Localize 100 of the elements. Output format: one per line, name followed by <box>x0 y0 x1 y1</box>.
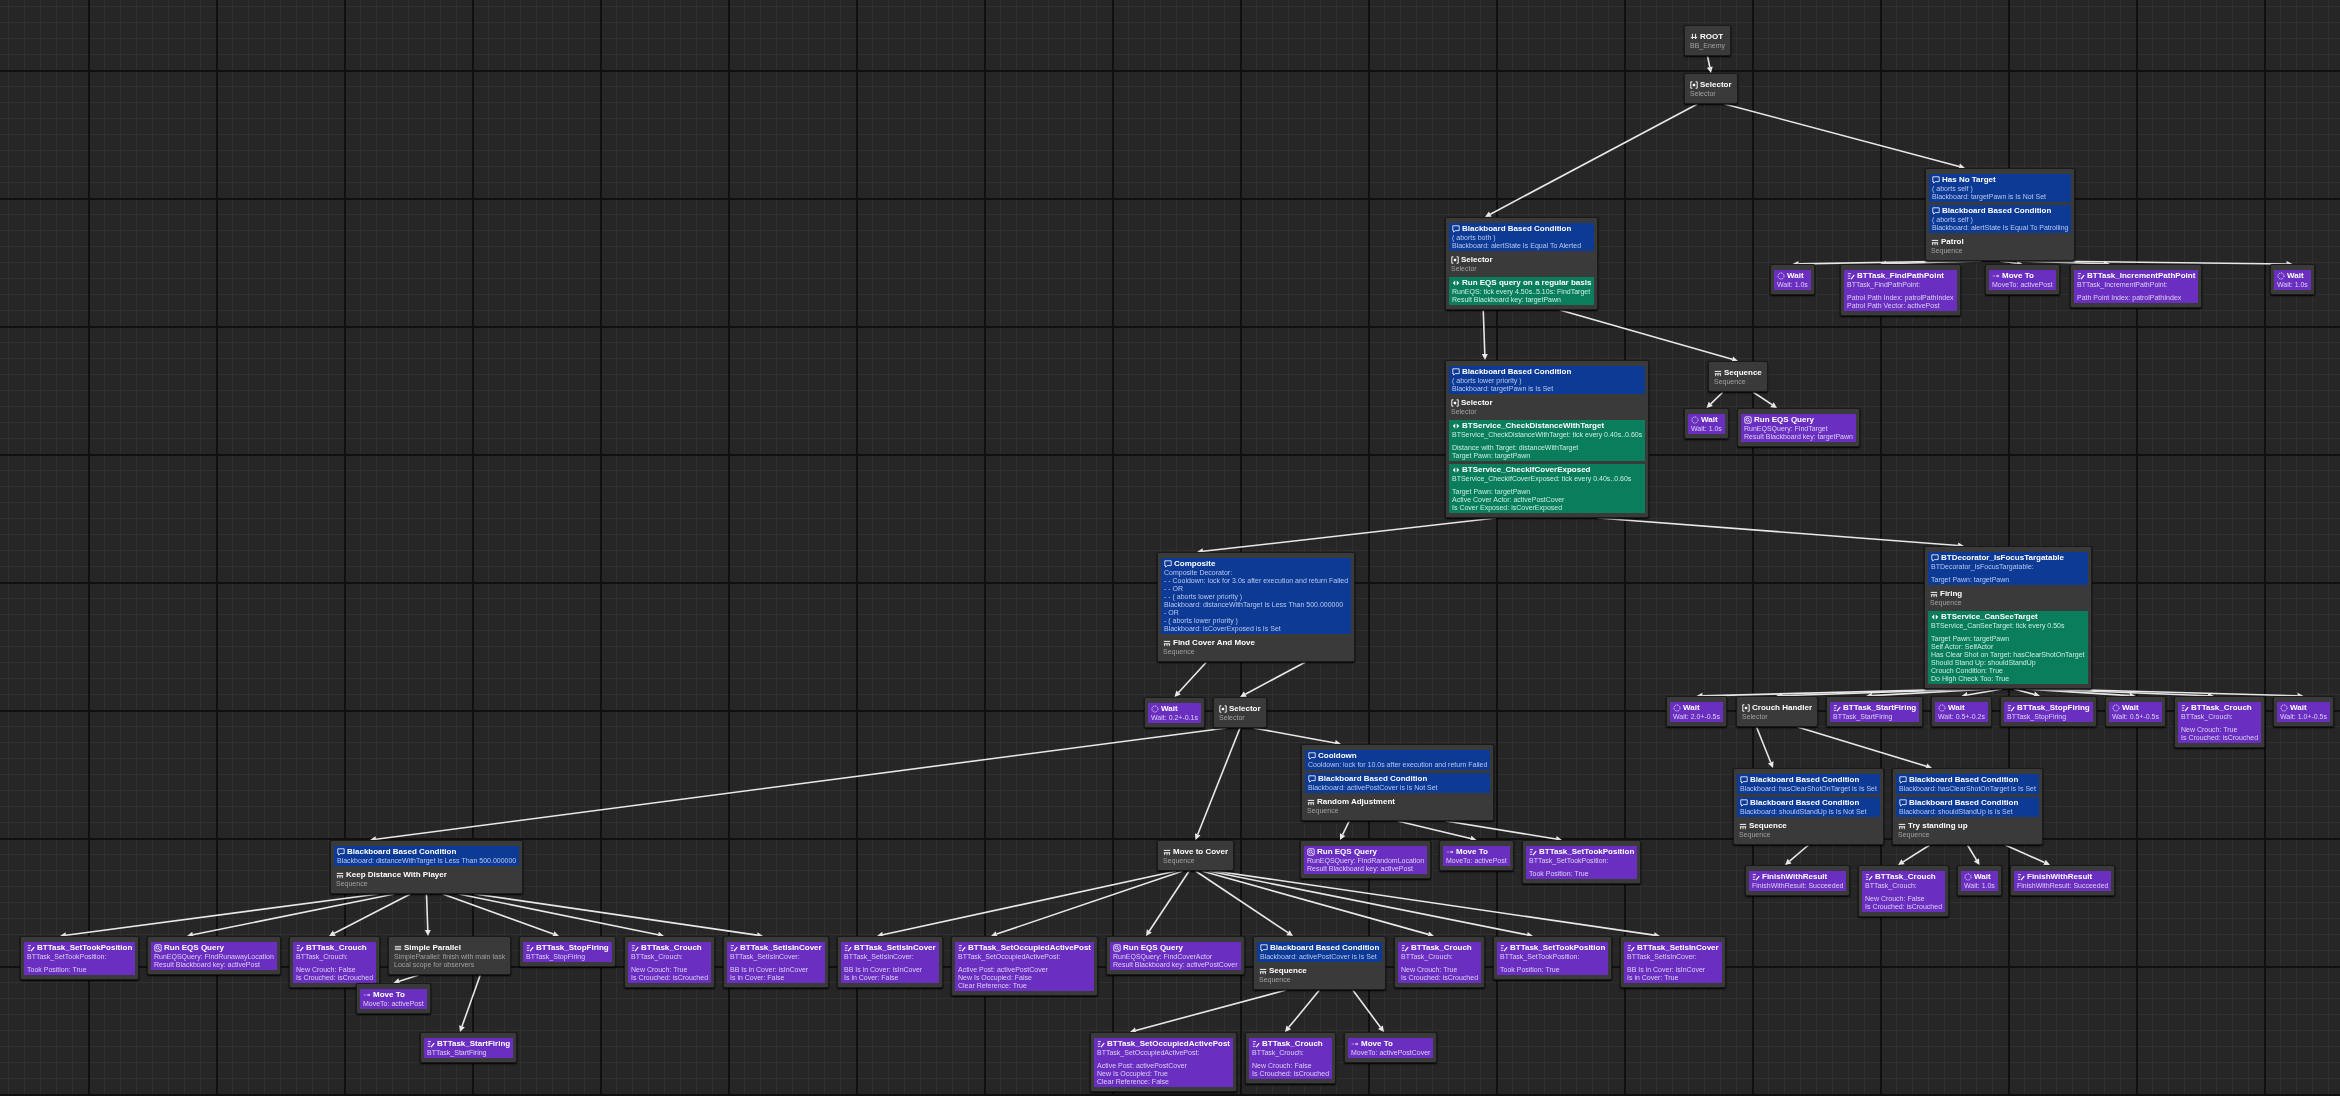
arrow-icon <box>1992 272 2000 280</box>
node-title: Firing <box>1940 589 1963 599</box>
list-pencil-icon <box>1401 944 1409 952</box>
connector-arrow <box>1752 391 1777 408</box>
node-title: BTService_CanSeeTarget <box>1941 612 2038 622</box>
node-title: BTTask_StopFiring <box>536 943 609 953</box>
node-title: BTTask_StartFiring <box>437 1039 511 1049</box>
node-title: Find Cover And Move <box>1173 638 1255 648</box>
bubble-icon <box>1452 225 1460 233</box>
node-title: ROOT <box>1700 32 1724 42</box>
node-title: Move To <box>373 990 405 1000</box>
node-title: BTTask_StopFiring <box>2017 703 2090 713</box>
connector-arrow <box>424 893 431 936</box>
node-title: Move To <box>2002 271 2034 281</box>
node-title: BTTask_SetIsInCover <box>740 943 822 953</box>
bars-icon <box>1259 967 1267 975</box>
node-title: Move To <box>1456 847 1488 857</box>
arrow-icon <box>363 991 371 999</box>
node-title: Blackboard Based Condition <box>1318 774 1428 784</box>
node-title: BTTask_IncrementPathPoint <box>2087 271 2196 281</box>
list-pencil-icon <box>1252 1040 1260 1048</box>
bars-icon <box>1163 848 1171 856</box>
node-title: Wait <box>1701 415 1718 425</box>
node-title: BTTask_SetTookPosition <box>37 943 133 953</box>
dashed-circle-icon <box>1673 704 1681 712</box>
node-title: Blackboard Based Condition <box>1462 224 1572 234</box>
bracket-icon <box>1451 399 1459 407</box>
node-title: Blackboard Based Condition <box>1942 206 2052 216</box>
node-title: Run EQS Query <box>1317 847 1377 857</box>
list-pencil-icon <box>27 944 35 952</box>
node-title: BTTask_SetOccupiedActivePost <box>968 943 1091 953</box>
tree-node[interactable] <box>1445 217 1599 310</box>
connector-arrow <box>1706 55 1713 73</box>
list-pencil-icon <box>730 944 738 952</box>
node-title: Crouch Handler <box>1752 703 1812 713</box>
arrows-icon <box>1452 279 1460 287</box>
connector-arrow <box>1339 820 1351 840</box>
arrows-icon <box>1452 422 1460 430</box>
node-title: BTTask_SetIsInCover <box>1637 943 1719 953</box>
arrow-icon <box>1446 848 1454 856</box>
bubble-icon <box>1260 944 1268 952</box>
node-title: BTTask_FindPathPoint <box>1857 271 1944 281</box>
node-title: Wait <box>1948 703 1965 713</box>
node-title: Wait <box>2290 703 2307 713</box>
node-title: Selector <box>1461 255 1493 265</box>
node-title: Wait <box>1683 703 1700 713</box>
node-title: Cooldown <box>1318 751 1357 761</box>
tree-node[interactable] <box>1157 552 1356 662</box>
bubble-icon <box>1932 207 1940 215</box>
lines-icon <box>394 944 402 952</box>
arrow-icon <box>1351 1040 1359 1048</box>
list-pencil-icon <box>958 944 966 952</box>
connector-arrow <box>1481 309 1488 360</box>
search-icon <box>1744 416 1752 424</box>
node-title: BTTask_Crouch <box>641 943 702 953</box>
dashed-circle-icon <box>2277 272 2285 280</box>
list-pencil-icon <box>427 1040 435 1048</box>
list-pencil-icon <box>296 944 304 952</box>
node-title: BTTask_Crouch <box>306 943 367 953</box>
node-title: Wait <box>1161 704 1178 714</box>
list-pencil-icon <box>526 944 534 952</box>
node-title: BTTask_Crouch <box>2191 703 2252 713</box>
node-title: Move to Cover <box>1173 847 1229 857</box>
node-title: Blackboard Based Condition <box>1462 367 1572 377</box>
node-title: BTDecorator_IsFocusTargatable <box>1941 553 2064 563</box>
bubble-icon <box>1931 554 1939 562</box>
list-pencil-icon <box>631 944 639 952</box>
down-arrows-icon <box>1690 33 1698 41</box>
list-pencil-icon <box>1627 944 1635 952</box>
node-title: Blackboard Based Condition <box>1750 798 1860 808</box>
bubble-icon <box>1932 176 1940 184</box>
node-title: Try standing up <box>1908 821 1968 831</box>
tree-node[interactable] <box>1924 546 2092 689</box>
tree-node[interactable] <box>1445 360 1650 518</box>
node-title: Blackboard Based Condition <box>1270 943 1380 953</box>
dashed-circle-icon <box>1964 873 1972 881</box>
node-title: Run EQS Query <box>1123 943 1183 953</box>
list-pencil-icon <box>1833 704 1841 712</box>
bracket-icon <box>1742 704 1750 712</box>
connector-arrow <box>1706 391 1724 408</box>
bubble-icon <box>1740 799 1748 807</box>
dashed-circle-icon <box>2112 704 2120 712</box>
list-pencil-icon <box>1847 272 1855 280</box>
node-title: Run EQS query on a regular basis <box>1462 278 1592 288</box>
list-pencil-icon <box>2077 272 2085 280</box>
node-title: Blackboard Based Condition <box>1909 775 2019 785</box>
node-title: Keep Distance With Player <box>346 870 447 880</box>
node-title: Sequence <box>1269 966 1307 976</box>
node-title: BTService_CheckDistanceWithTarget <box>1462 421 1605 431</box>
bracket-icon <box>1219 705 1227 713</box>
node-title: FinishWithResult <box>1762 872 1828 882</box>
list-pencil-icon <box>1529 848 1537 856</box>
search-icon <box>1307 848 1315 856</box>
dashed-circle-icon <box>1938 704 1946 712</box>
bubble-icon <box>337 848 345 856</box>
bracket-icon <box>1690 81 1698 89</box>
connector-arrow <box>1966 844 1980 865</box>
bars-icon <box>1307 798 1315 806</box>
node-title: Blackboard Based Condition <box>1909 798 2019 808</box>
list-pencil-icon <box>2017 873 2025 881</box>
